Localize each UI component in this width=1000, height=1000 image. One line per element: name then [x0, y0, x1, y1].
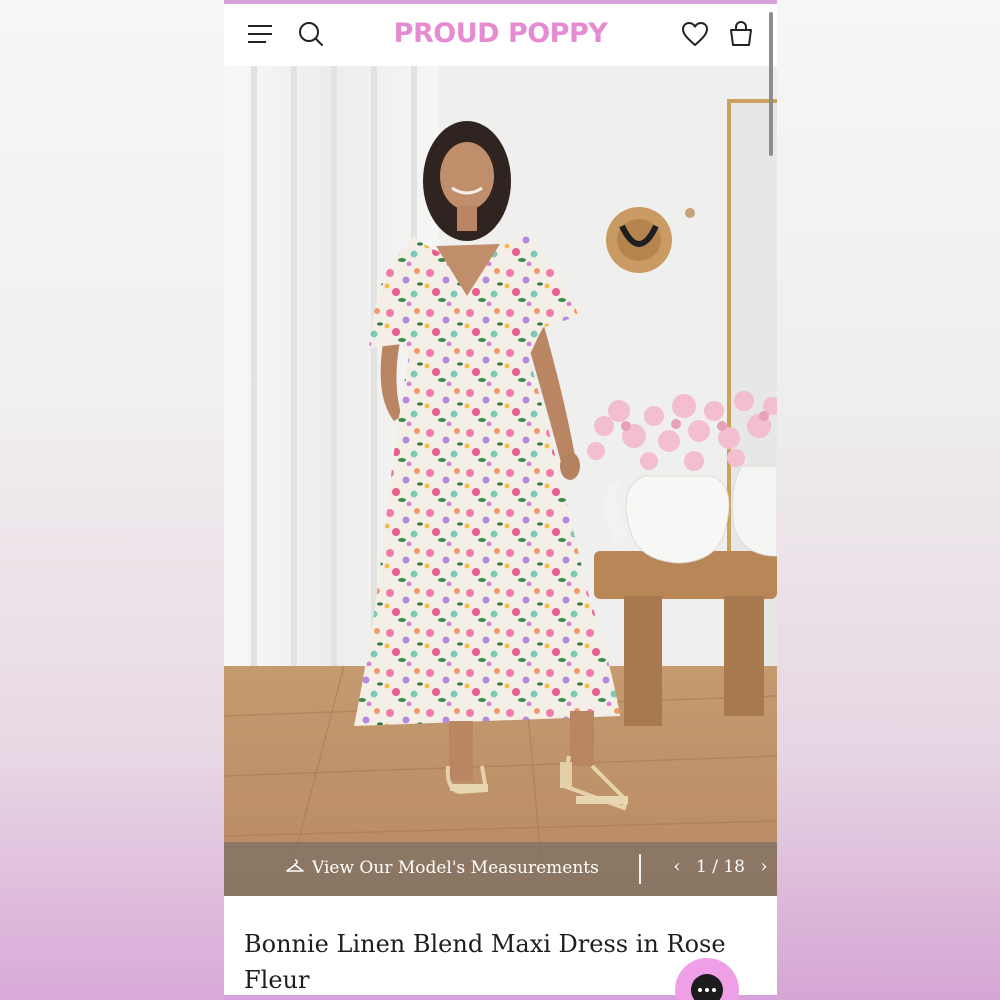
heart-icon[interactable] [679, 18, 711, 50]
site-header: PROUD POPPY [224, 4, 777, 66]
product-title: Bonnie Linen Blend Maxi Dress in Rose Fl… [244, 930, 726, 994]
scrollbar[interactable] [769, 12, 773, 156]
chat-bubble-icon [691, 974, 723, 1000]
backdrop-right [777, 0, 1000, 1000]
backdrop-left [0, 0, 224, 1000]
product-photo [224, 66, 777, 896]
chevron-left-icon[interactable]: ‹ [664, 856, 690, 877]
caption-divider [639, 854, 641, 884]
gallery-counter: 1 / 18 [696, 856, 745, 877]
gallery-caption-bar: View Our Model's Measurements ‹ 1 / 18 › [224, 842, 777, 896]
product-image[interactable]: View Our Model's Measurements ‹ 1 / 18 › [224, 66, 777, 896]
model-measurements-link[interactable]: View Our Model's Measurements [286, 858, 599, 878]
shopping-bag-icon[interactable] [725, 18, 757, 50]
model-measurements-label: View Our Model's Measurements [312, 858, 599, 878]
gallery-pager: ‹ 1 / 18 › [664, 856, 777, 877]
chevron-right-icon[interactable]: › [751, 856, 777, 877]
mobile-page: PROUD POPPY View Our Model's Measurement… [224, 0, 777, 1000]
hanger-icon [286, 858, 304, 878]
